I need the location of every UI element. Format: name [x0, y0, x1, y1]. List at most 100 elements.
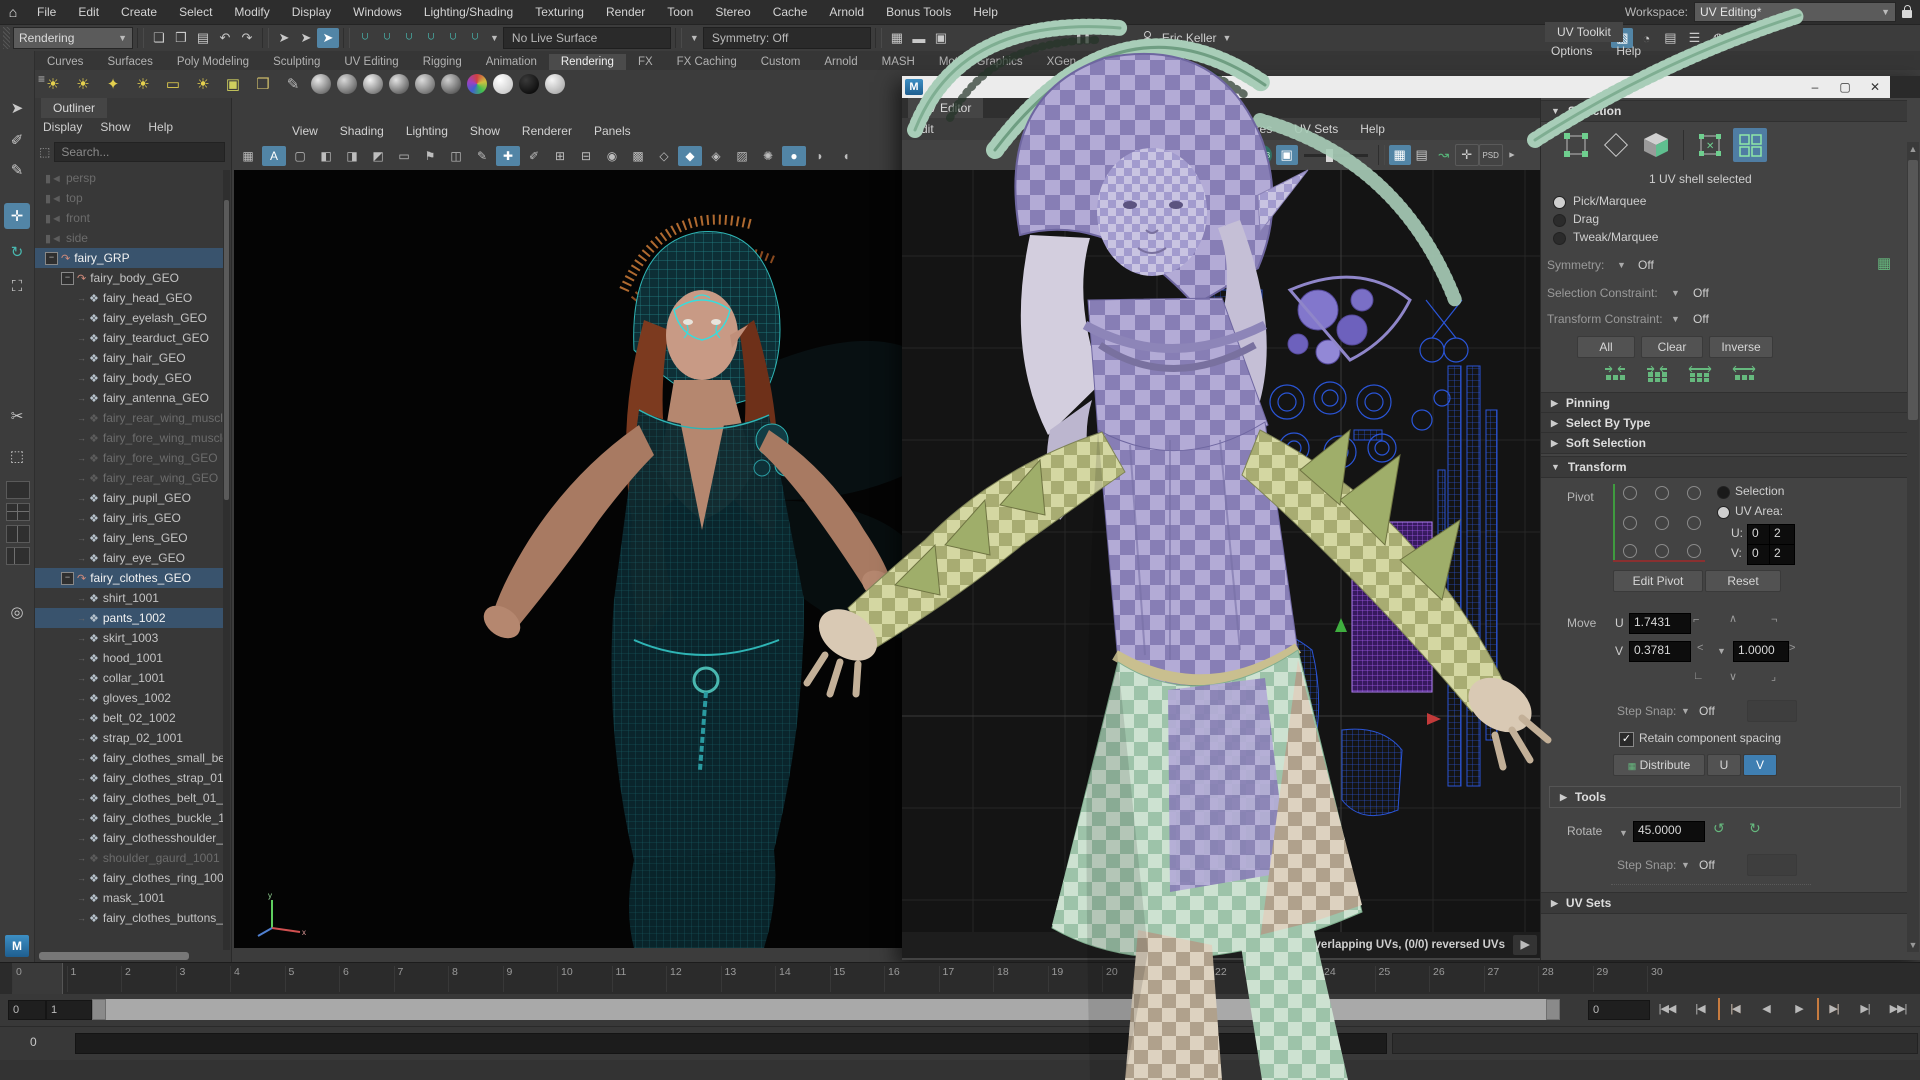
maximize-button[interactable]: ▢: [1830, 76, 1860, 98]
rotate-ccw-icon[interactable]: ↺: [1713, 820, 1725, 837]
outliner-item-fairy_clothesshoulder_gaurd[interactable]: →❖fairy_clothesshoulder_gaurd: [35, 828, 224, 848]
uv-menu-item[interactable]: UV Sets: [1283, 122, 1349, 136]
menu-item[interactable]: Windows: [342, 5, 413, 19]
lambert-icon[interactable]: [337, 74, 357, 94]
transform-constraint-value[interactable]: Off: [1693, 312, 1709, 326]
chevron-down-icon[interactable]: ▼: [1681, 706, 1690, 716]
reset-pivot-button[interactable]: Reset: [1705, 570, 1781, 592]
viewport-toolbar-icon[interactable]: ⚑: [418, 146, 442, 166]
viewport-menu-item[interactable]: Shading: [340, 124, 384, 138]
anim-start-field[interactable]: 0: [8, 1000, 46, 1020]
outliner-item-strap_02_1001[interactable]: →❖strap_02_1001: [35, 728, 224, 748]
viewport-toolbar-icon[interactable]: ◇: [652, 146, 676, 166]
outliner-item-fairy_clothes_ring_1001[interactable]: →❖fairy_clothes_ring_1001: [35, 868, 224, 888]
outliner-item-fairy_rear_wing_GEO[interactable]: →❖fairy_rear_wing_GEO: [35, 468, 224, 488]
toolkit-menu-item[interactable]: Options: [1551, 44, 1592, 58]
chevron-down-icon[interactable]: ▼: [1717, 646, 1726, 656]
outliner-item-fairy_tearduct_GEO[interactable]: →❖fairy_tearduct_GEO: [35, 328, 224, 348]
outliner-item-hood_1001[interactable]: →❖hood_1001: [35, 648, 224, 668]
menu-item[interactable]: Help: [962, 5, 1009, 19]
outliner-menu-item[interactable]: Display: [43, 120, 82, 134]
white-shader-icon[interactable]: [493, 74, 513, 94]
uv-editor-titlebar[interactable]: M: [902, 76, 1890, 98]
section-header-soft-selection[interactable]: ▶Soft Selection: [1541, 432, 1907, 454]
isolate-select-icon[interactable]: ✛: [1455, 144, 1479, 166]
outliner-item-gloves_1002[interactable]: →❖gloves_1002: [35, 688, 224, 708]
menu-item[interactable]: Display: [281, 5, 342, 19]
step-forward-button[interactable]: ▶|: [1817, 998, 1849, 1020]
outliner-item-fairy_eyelash_GEO[interactable]: →❖fairy_eyelash_GEO: [35, 308, 224, 328]
uv-shell-mode-icon[interactable]: [1733, 128, 1767, 162]
viewport-menu-item[interactable]: View: [292, 124, 318, 138]
face-mode-icon[interactable]: [1639, 128, 1673, 162]
pivot-top-center[interactable]: [1655, 486, 1669, 500]
uv-mode-icon[interactable]: ✕: [1693, 128, 1727, 162]
blinn-icon[interactable]: [363, 74, 383, 94]
outliner-item-fairy_body_GEO[interactable]: −↷fairy_body_GEO: [35, 268, 224, 288]
viewport-toolbar-icon[interactable]: ◫: [444, 146, 468, 166]
minimize-button[interactable]: –: [1800, 76, 1830, 98]
nudge-down-right-icon[interactable]: ⌟: [1771, 670, 1776, 683]
uv-editor-tab[interactable]: UV Editor: [908, 98, 983, 118]
outliner-item-fairy_clothes_belt_01_1002[interactable]: →❖fairy_clothes_belt_01_1002: [35, 788, 224, 808]
chevron-down-icon[interactable]: ▼: [1681, 860, 1690, 870]
step-back-button[interactable]: |◀: [1718, 998, 1750, 1020]
outliner-item-fairy_clothes_buckle_1002[interactable]: →❖fairy_clothes_buckle_1002: [35, 808, 224, 828]
outliner-item-mask_1001[interactable]: →❖mask_1001: [35, 888, 224, 908]
pivot-bottom-right[interactable]: [1687, 544, 1701, 558]
outliner-item-belt_02_1002[interactable]: →❖belt_02_1002: [35, 708, 224, 728]
pivot-top-right[interactable]: [1687, 486, 1701, 500]
pick-marquee-radio[interactable]: [1553, 196, 1566, 209]
outliner-scrollbar[interactable]: [223, 170, 230, 950]
shelf-tab-rigging[interactable]: Rigging: [411, 54, 474, 70]
shelf-tab-poly-modeling[interactable]: Poly Modeling: [165, 54, 261, 70]
edge-mode-icon[interactable]: [1599, 128, 1633, 162]
viewport-menu-item[interactable]: Panels: [594, 124, 631, 138]
spot-light-icon[interactable]: ☀: [71, 72, 95, 96]
shelf-tab-sculpting[interactable]: Sculpting: [261, 54, 332, 70]
select-all-button[interactable]: All: [1577, 336, 1635, 358]
time-slider[interactable]: 0123456789101112131415161718192021222324…: [0, 962, 1920, 995]
outliner-tab[interactable]: Outliner: [41, 98, 107, 118]
move-u-field[interactable]: 1.7431: [1629, 613, 1691, 634]
viewport-toolbar-icon[interactable]: ◖: [834, 146, 858, 166]
nudge-up-left-icon[interactable]: ⌐: [1693, 614, 1699, 626]
shelf-tab-animation[interactable]: Animation: [474, 54, 549, 70]
viewport-toolbar-icon[interactable]: ◆: [678, 146, 702, 166]
chevron-down-icon[interactable]: ▼: [1098, 150, 1107, 160]
menu-item[interactable]: Stereo: [704, 5, 761, 19]
playback-start-field[interactable]: 1: [46, 1000, 92, 1020]
viewport-toolbar-icon[interactable]: ●: [782, 146, 806, 166]
outliner-item-shoulder_gaurd_1001[interactable]: →❖shoulder_gaurd_1001: [35, 848, 224, 868]
distribute-button[interactable]: ▦ Distribute: [1613, 754, 1705, 776]
viewport-toolbar-icon[interactable]: ◩: [366, 146, 390, 166]
menu-item[interactable]: Edit: [67, 5, 110, 19]
home-icon[interactable]: ⌂: [0, 4, 26, 20]
section-header-transform[interactable]: ▼Transform: [1541, 456, 1907, 478]
viewport-menu-item[interactable]: Lighting: [406, 124, 448, 138]
uv-canvas[interactable]: [902, 170, 1540, 932]
zoom-tool-icon[interactable]: ◎: [4, 599, 30, 625]
shelf-tab-uv-editing[interactable]: UV Editing: [332, 54, 410, 70]
live-surface-field[interactable]: No Live Surface: [503, 27, 671, 49]
shelf-tab-motion-graphics[interactable]: Motion Graphics: [927, 54, 1035, 70]
uv-menu-item[interactable]: View: [1113, 122, 1161, 136]
outliner-item-persp[interactable]: ▮◄persp: [35, 168, 224, 188]
rotate-cw-icon[interactable]: ↻: [1749, 820, 1761, 837]
viewport-toolbar-icon[interactable]: A: [262, 146, 286, 166]
outliner-item-fairy_lens_GEO[interactable]: →❖fairy_lens_GEO: [35, 528, 224, 548]
outliner-item-fairy_fore_wing_GEO[interactable]: →❖fairy_fore_wing_GEO: [35, 448, 224, 468]
pivot-bottom-left[interactable]: [1623, 544, 1637, 558]
viewport-toolbar-icon[interactable]: ▭: [392, 146, 416, 166]
shelf-tab-curves[interactable]: Curves: [35, 54, 95, 70]
texture-image-icon[interactable]: ▣: [1054, 145, 1076, 165]
scale-tool-icon[interactable]: ⛶: [4, 273, 30, 299]
texture-icon[interactable]: ✎: [281, 72, 305, 96]
cut-uv-tool-icon[interactable]: ✂: [4, 403, 30, 429]
viewport-menu-item[interactable]: Show: [470, 124, 500, 138]
viewport-toolbar-icon[interactable]: ⊞: [548, 146, 572, 166]
chevron-down-icon[interactable]: ▼: [490, 33, 499, 43]
viewport-toolbar-icon[interactable]: ◉: [600, 146, 624, 166]
outliner-menu-item[interactable]: Show: [100, 120, 130, 134]
current-frame-field[interactable]: 0: [1588, 1000, 1650, 1020]
